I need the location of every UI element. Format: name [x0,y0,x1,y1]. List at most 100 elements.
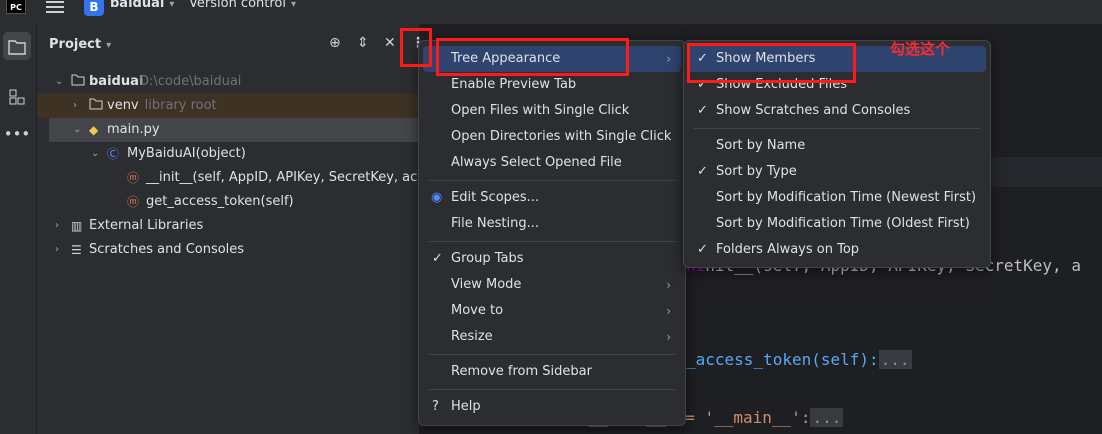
menu-item-view-mode[interactable]: View Mode › [423,272,681,298]
scopes-icon: ◉ [431,190,443,205]
chevron-right-icon: › [666,52,671,66]
tool-window-stripe: ••• [0,24,37,434]
fold-marker[interactable]: ... [810,408,844,427]
menu-item-always-select-opened-file[interactable]: Always Select Opened File [423,150,681,176]
folder-icon [89,94,103,118]
collapse-all-icon[interactable]: ✕ [384,35,396,51]
annotation-text: 勾选这个 [890,40,951,58]
more-icon[interactable]: ••• [3,120,31,148]
chevron-right-icon[interactable]: › [73,94,77,118]
tree-item-class[interactable]: ⌄ Ⓒ MyBaiduAI(object) [37,142,419,166]
editor-token-line[interactable]: _access_token(self):... [686,350,912,369]
highlight-tree-appearance-box [436,38,629,76]
project-tool-window: Project▾ ⊕ ⇕ ✕ ⋮ ⌄ baiduai D:\code\baidu… [37,24,432,434]
menu-item-show-scratches[interactable]: ✓ Show Scratches and Consoles [688,98,986,124]
title-bar: PC B baiduai ▾ Version control ▾ [0,0,1102,24]
menu-item-sort-by-type[interactable]: ✓ Sort by Type [688,159,986,185]
locate-icon[interactable]: ⊕ [329,35,341,51]
chevron-right-icon[interactable]: › [55,214,59,238]
help-icon: ? [432,399,439,414]
menu-item-move-to[interactable]: Move to › [423,298,681,324]
library-icon: ▥ [71,219,83,233]
tree-item-scratches[interactable]: › ☰ Scratches and Consoles [37,238,419,262]
menu-separator [429,389,675,390]
root-name: baiduai [89,74,144,89]
folder-icon [71,70,85,94]
chevron-down-icon[interactable]: ⌄ [91,142,99,166]
menu-item-sort-oldest-first[interactable]: Sort by Modification Time (Oldest First) [688,211,986,237]
project-panel-title[interactable]: Project ▾ [49,37,111,52]
venv-label: venv [107,98,139,113]
vcs-label: Version control [189,0,286,11]
project-title-label: Project [49,37,102,52]
project-switcher[interactable]: baiduai ▾ [110,0,174,11]
chevron-right-icon[interactable]: › [55,238,59,262]
class-label: MyBaiduAI(object) [127,146,246,161]
menu-item-folders-on-top[interactable]: ✓ Folders Always on Top [688,237,986,263]
menu-item-file-nesting[interactable]: File Nesting... [423,211,681,237]
chevron-down-icon[interactable]: ⌄ [55,70,63,94]
menu-item-edit-scopes[interactable]: ◉ Edit Scopes... [423,185,681,211]
menu-label: Remove from Sidebar [451,364,592,379]
scratches-label: Scratches and Consoles [89,242,245,257]
menu-separator [429,241,675,242]
chevron-down-icon: ▾ [106,40,112,51]
menu-separator [429,354,675,355]
tree-root-baiduai[interactable]: ⌄ baiduai D:\code\baiduai [37,70,419,94]
menu-label: View Mode [451,277,522,292]
tree-item-external-libraries[interactable]: › ▥ External Libraries [37,214,419,238]
chevron-down-icon: ▾ [169,0,175,10]
menu-label: Help [451,399,481,414]
menu-label: Show Scratches and Consoles [716,103,911,118]
menu-label: Sort by Name [716,138,806,153]
check-icon: ✓ [432,251,443,266]
fold-marker[interactable]: ... [878,350,912,369]
tree-item-init[interactable]: ⓜ __init__(self, AppID, APIKey, SecretKe… [37,166,432,190]
venv-hint: library root [144,98,217,113]
main-file-label: main.py [107,122,160,137]
project-name: baiduai [110,0,165,11]
tree-item-main-py[interactable]: ⌄ ◆ main.py [49,118,419,142]
menu-item-help[interactable]: ? Help [423,394,681,420]
chevron-down-icon[interactable]: ⌄ [73,118,81,142]
method-init-label: __init__(self, AppID, APIKey, SecretKey,… [146,170,433,185]
tree-item-token[interactable]: ⓜ get_access_token(self) [37,190,419,214]
menu-item-sort-newest-first[interactable]: Sort by Modification Time (Newest First) [688,185,986,211]
menu-label: Resize [451,329,493,344]
method-token-label: get_access_token(self) [146,194,294,209]
class-icon: Ⓒ [107,147,120,161]
menu-item-open-files-single-click[interactable]: Open Files with Single Click [423,98,681,124]
chevron-right-icon: › [666,304,671,318]
tree-item-venv[interactable]: › venv library root [37,94,419,118]
menu-label: Sort by Type [716,164,797,179]
structure-icon[interactable] [3,82,31,110]
check-icon: ✓ [697,164,708,179]
menu-label: Open Files with Single Click [451,103,630,118]
highlight-show-members-box [687,43,856,83]
vcs-dropdown[interactable]: Version control ▾ [189,0,296,11]
menu-label: Folders Always on Top [716,242,860,257]
chevron-right-icon: › [666,330,671,344]
chevron-right-icon: › [666,278,671,292]
expand-all-icon[interactable]: ⇕ [357,35,369,51]
menu-label: Sort by Modification Time (Newest First) [716,190,977,205]
check-icon: ✓ [697,103,708,118]
method-icon: ⓜ [127,195,140,209]
method-icon: ⓜ [127,171,140,185]
chevron-down-icon: ▾ [291,0,297,10]
scratches-icon: ☰ [71,243,82,257]
python-file-icon: ◆ [89,123,99,137]
project-badge: B [84,0,104,16]
main-menu-icon[interactable] [46,0,64,16]
menu-item-resize[interactable]: Resize › [423,324,681,350]
menu-label: Sort by Modification Time (Oldest First) [716,216,970,231]
menu-label: File Nesting... [451,216,539,231]
menu-item-group-tabs[interactable]: ✓ Group Tabs [423,246,681,272]
menu-separator [694,128,980,129]
menu-item-open-directories-single-click[interactable]: Open Directories with Single Click [423,124,681,150]
folder-icon[interactable] [3,32,31,60]
menu-item-remove-from-sidebar[interactable]: Remove from Sidebar [423,359,681,385]
menu-label: Always Select Opened File [451,155,622,170]
menu-item-sort-by-name[interactable]: Sort by Name [688,133,986,159]
root-path: D:\code\baiduai [139,74,242,89]
